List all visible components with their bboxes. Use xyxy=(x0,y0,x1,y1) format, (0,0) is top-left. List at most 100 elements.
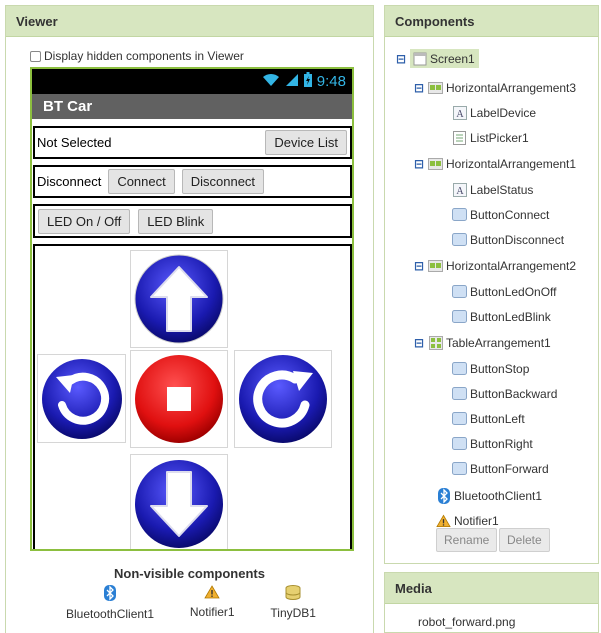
horizontal-arrangement-icon xyxy=(428,80,443,95)
button-icon xyxy=(452,436,467,451)
arrow-up-icon xyxy=(134,254,224,344)
tree-node-horizontal-arrangement-1[interactable]: ⊟ HorizontalArrangement1 xyxy=(413,156,576,171)
table-arrangement-1 xyxy=(33,244,352,549)
warning-icon xyxy=(204,585,220,602)
tree-node-button-led-on-off[interactable]: ButtonLedOnOff xyxy=(452,284,557,299)
media-item[interactable]: robot_forward.png xyxy=(385,604,598,629)
tree-node-table-arrangement-1[interactable]: ⊟ TableArrangement1 xyxy=(413,335,551,350)
tree-node-label-device[interactable]: A LabelDevice xyxy=(452,105,536,120)
label-status: Disconnect xyxy=(37,174,102,189)
arrow-down-icon xyxy=(135,460,223,548)
device-list-button[interactable]: Device List xyxy=(265,130,347,155)
button-left[interactable] xyxy=(37,354,126,443)
display-hidden-checkbox[interactable] xyxy=(30,50,41,62)
bluetooth-icon xyxy=(436,487,451,504)
button-icon xyxy=(452,309,467,324)
tree-node-button-right[interactable]: ButtonRight xyxy=(452,436,533,451)
button-icon xyxy=(452,386,467,401)
viewer-panel: Viewer Display hidden components in View… xyxy=(5,5,374,633)
tree-node-label: ButtonLedBlink xyxy=(470,309,551,324)
tree-node-bluetooth-client1[interactable]: BluetoothClient1 xyxy=(436,487,543,504)
tree-node-horizontal-arrangement-2[interactable]: ⊟ HorizontalArrangement2 xyxy=(413,258,576,273)
tree-node-label: ListPicker1 xyxy=(470,130,529,145)
button-forward[interactable] xyxy=(130,250,228,348)
collapse-toggle-icon[interactable]: ⊟ xyxy=(413,81,425,95)
tree-node-button-left[interactable]: ButtonLeft xyxy=(452,411,525,426)
tree-node-label: LabelStatus xyxy=(470,182,534,197)
components-panel: Components ⊟ Screen1 ⊟ HorizontalArrange… xyxy=(384,5,599,564)
button-icon xyxy=(452,232,467,247)
tree-node-button-connect[interactable]: ButtonConnect xyxy=(452,207,549,222)
horizontal-arrangement-icon xyxy=(428,156,443,171)
tree-node-label-status[interactable]: A LabelStatus xyxy=(452,182,533,197)
rename-button[interactable]: Rename xyxy=(436,528,498,552)
label-icon: A xyxy=(452,105,467,120)
display-hidden-checkbox-row[interactable]: Display hidden components in Viewer xyxy=(30,49,244,63)
tree-node-label: ButtonRight xyxy=(470,436,533,451)
rotate-left-icon xyxy=(41,358,122,439)
svg-text:A: A xyxy=(456,186,464,197)
tree-node-label: HorizontalArrangement1 xyxy=(446,156,577,171)
svg-text:A: A xyxy=(456,109,464,120)
tree-node-notifier1[interactable]: Notifier1 xyxy=(436,513,499,528)
horizontal-arrangement-3: Not Selected Device List xyxy=(33,126,352,159)
button-backward[interactable] xyxy=(130,454,228,549)
listpicker-icon xyxy=(452,130,467,145)
tree-node-button-led-blink[interactable]: ButtonLedBlink xyxy=(452,309,551,324)
button-icon xyxy=(452,461,467,476)
collapse-toggle-icon[interactable]: ⊟ xyxy=(413,157,425,171)
collapse-toggle-icon[interactable]: ⊟ xyxy=(395,52,407,66)
tree-node-label: ButtonForward xyxy=(470,461,549,476)
button-icon xyxy=(452,361,467,376)
button-icon xyxy=(452,284,467,299)
label-device: Not Selected xyxy=(37,135,112,150)
tree-node-button-disconnect[interactable]: ButtonDisconnect xyxy=(452,232,564,247)
tree-node-label: BluetoothClient1 xyxy=(454,488,543,503)
label-icon: A xyxy=(452,182,467,197)
media-title: Media xyxy=(385,573,598,604)
non-visible-item[interactable]: TinyDB1 xyxy=(270,585,316,621)
table-arrangement-icon xyxy=(428,335,443,350)
non-visible-label: BluetoothClient1 xyxy=(66,607,155,621)
rotate-right-icon xyxy=(239,355,327,443)
tree-node-label: ButtonDisconnect xyxy=(470,232,565,247)
button-icon xyxy=(452,411,467,426)
tree-node-label: ButtonStop xyxy=(470,361,530,376)
tree-node-label: ButtonConnect xyxy=(470,207,550,222)
tree-node-label: Notifier1 xyxy=(454,513,499,528)
delete-button[interactable]: Delete xyxy=(499,528,550,552)
tree-node-label: ButtonLeft xyxy=(470,411,525,426)
button-icon xyxy=(452,207,467,222)
horizontal-arrangement-1: Disconnect Connect Disconnect xyxy=(33,165,352,198)
components-title: Components xyxy=(385,6,598,37)
battery-icon xyxy=(303,72,312,91)
tree-node-button-forward[interactable]: ButtonForward xyxy=(452,461,549,476)
warning-icon xyxy=(436,513,451,528)
disconnect-button[interactable]: Disconnect xyxy=(181,169,265,194)
bluetooth-icon xyxy=(104,585,117,604)
led-on-off-button[interactable]: LED On / Off xyxy=(38,208,131,234)
tree-node-horizontal-arrangement-3[interactable]: ⊟ HorizontalArrangement3 xyxy=(413,80,576,95)
tree-node-screen1[interactable]: ⊟ Screen1 xyxy=(395,49,479,68)
collapse-toggle-icon[interactable]: ⊟ xyxy=(413,259,425,273)
button-stop[interactable] xyxy=(130,350,228,448)
non-visible-title: Non-visible components xyxy=(114,566,265,581)
collapse-toggle-icon[interactable]: ⊟ xyxy=(413,336,425,350)
signal-icon xyxy=(285,73,299,91)
horizontal-arrangement-icon xyxy=(428,258,443,273)
non-visible-list: BluetoothClient1 Notifier1 TinyDB1 xyxy=(66,585,316,621)
horizontal-arrangement-2: LED On / Off LED Blink xyxy=(33,204,352,238)
wifi-icon xyxy=(262,73,280,91)
led-blink-button[interactable]: LED Blink xyxy=(138,208,214,234)
tree-node-label: Screen1 xyxy=(430,51,475,66)
non-visible-label: Notifier1 xyxy=(189,605,235,619)
button-right[interactable] xyxy=(234,350,332,448)
tree-node-button-backward[interactable]: ButtonBackward xyxy=(452,386,557,401)
tree-node-label: LabelDevice xyxy=(470,105,537,120)
non-visible-item[interactable]: Notifier1 xyxy=(190,585,235,621)
tree-node-listpicker1[interactable]: ListPicker1 xyxy=(452,130,529,145)
app-title-bar: BT Car xyxy=(32,94,352,119)
non-visible-item[interactable]: BluetoothClient1 xyxy=(66,585,154,621)
tree-node-button-stop[interactable]: ButtonStop xyxy=(452,361,529,376)
connect-button[interactable]: Connect xyxy=(108,169,175,194)
